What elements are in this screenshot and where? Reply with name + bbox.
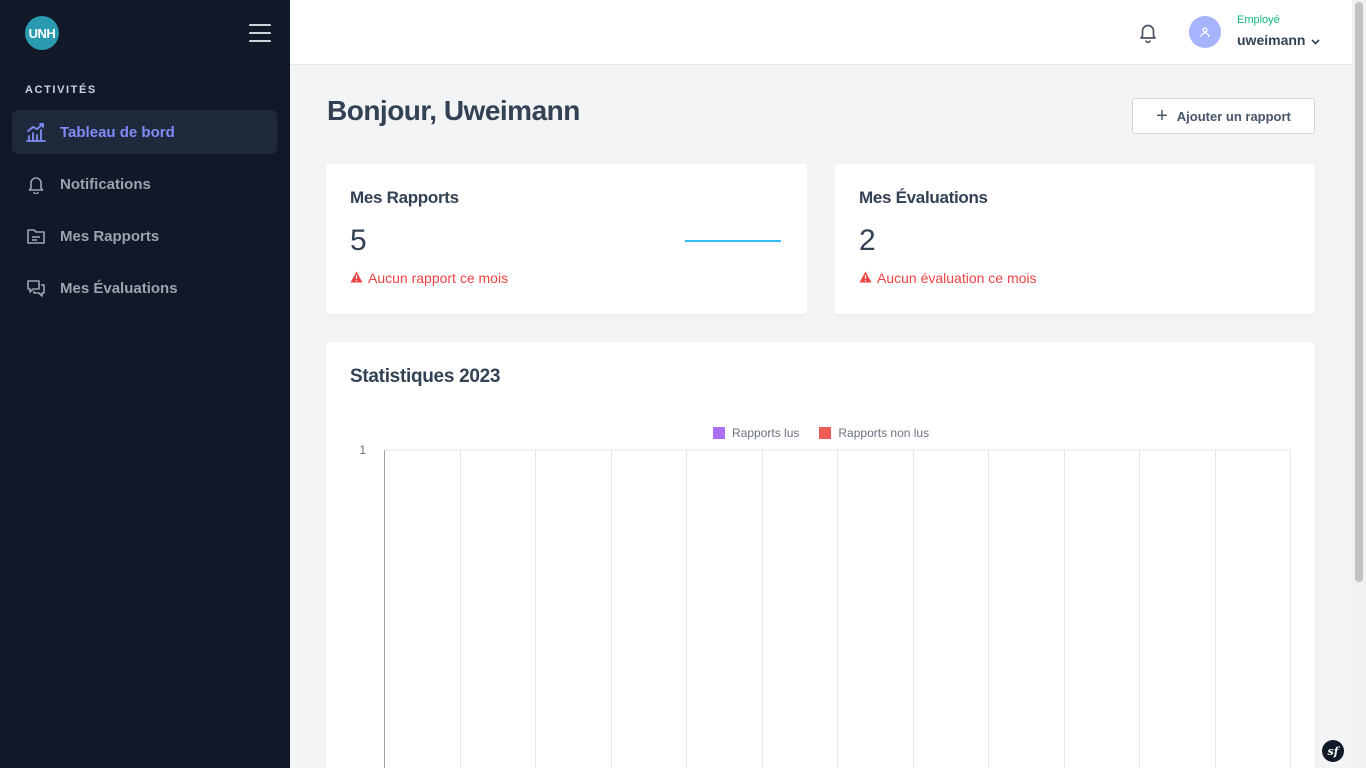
statistics-chart: 1 <box>359 443 1291 768</box>
user-menu[interactable]: uweimann <box>1237 32 1321 48</box>
card-value: 2 <box>859 224 876 257</box>
card-warning-text: Aucun évaluation ce mois <box>877 270 1037 286</box>
sidebar-item-label: Tableau de bord <box>60 123 175 141</box>
avatar[interactable] <box>1189 16 1221 48</box>
card-title: Mes Évaluations <box>859 188 988 207</box>
statistics-card: Statistiques 2023 Rapports lus Rapports … <box>326 342 1315 768</box>
card-title: Mes Rapports <box>350 188 459 207</box>
top-bar: Employé uweimann <box>290 0 1352 65</box>
sidebar-item-evaluations[interactable]: Mes Évaluations <box>12 266 277 310</box>
sidebar-item-notifications[interactable]: Notifications <box>12 162 277 206</box>
evaluations-card: Mes Évaluations 2 Aucun évaluation ce mo… <box>835 164 1315 314</box>
sidebar-item-label: Mes Évaluations <box>60 279 178 297</box>
chat-icon <box>25 277 47 299</box>
card-warning: Aucun rapport ce mois <box>350 270 508 286</box>
username-label: uweimann <box>1237 32 1306 48</box>
sidebar-item-dashboard[interactable]: Tableau de bord <box>12 110 277 154</box>
folder-icon <box>25 225 47 247</box>
sidebar-item-reports[interactable]: Mes Rapports <box>12 214 277 258</box>
chevron-down-icon <box>1311 32 1321 48</box>
sidebar-nav: Tableau de bord Notifications Mes Rappor… <box>12 110 277 318</box>
warning-icon <box>350 270 363 286</box>
user-role: Employé <box>1237 14 1280 26</box>
reports-card: Mes Rapports 5 Aucun rapport ce mois <box>326 164 807 314</box>
plus-icon: + <box>1156 105 1168 127</box>
user-icon <box>1200 27 1210 38</box>
sidebar-section-title: ACTIVITÉS <box>25 84 97 96</box>
sidebar-item-label: Notifications <box>60 175 151 193</box>
card-warning: Aucun évaluation ce mois <box>859 270 1037 286</box>
card-warning-text: Aucun rapport ce mois <box>368 270 509 286</box>
sidebar-item-label: Mes Rapports <box>60 227 160 245</box>
bell-icon <box>25 173 47 195</box>
add-report-label: Ajouter un rapport <box>1176 108 1291 124</box>
sparkline <box>685 240 781 242</box>
warning-icon <box>859 270 872 286</box>
y-tick-label: 1 <box>359 443 366 457</box>
symfony-toolbar-icon[interactable]: sf <box>1322 740 1344 762</box>
menu-toggle-icon[interactable] <box>249 24 271 42</box>
add-report-button[interactable]: + Ajouter un rapport <box>1132 98 1315 134</box>
card-value: 5 <box>350 224 367 257</box>
notifications-bell-icon[interactable] <box>1137 21 1159 44</box>
page-title: Bonjour, Uweimann <box>327 95 580 126</box>
app-logo[interactable]: UNH <box>25 16 59 50</box>
chart-bar-icon <box>25 121 47 143</box>
page-scrollbar[interactable] <box>1352 0 1366 768</box>
sidebar: UNH ACTIVITÉS Tableau de bord Notificati… <box>0 0 290 768</box>
